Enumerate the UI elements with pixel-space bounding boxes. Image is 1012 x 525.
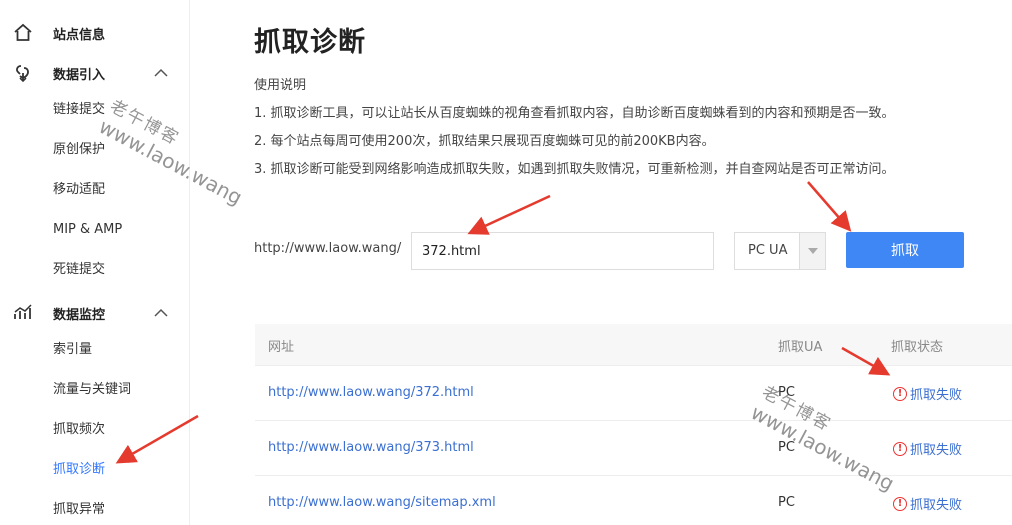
chart-monitor-icon — [14, 304, 32, 319]
usage-notes: 使用说明 1. 抓取诊断工具，可以让站长从百度蜘蛛的视角查看抓取内容，自助诊断百… — [254, 76, 895, 188]
sidebar-group-data-import[interactable]: 数据引入 — [0, 53, 190, 93]
url-prefix: http://www.laow.wang/ — [254, 241, 402, 256]
link-import-icon — [16, 65, 29, 83]
home-icon — [14, 23, 32, 41]
sidebar-item-label: 站点信息 — [53, 27, 106, 43]
row-status-link[interactable]: ! 抓取失败 — [893, 494, 962, 513]
sidebar-item-crawl-errors[interactable]: 抓取异常 — [53, 500, 105, 520]
warning-icon: ! — [893, 386, 907, 401]
app-root: 站点信息 数据引入 链接提交 原创保护 移动适配 MIP & AMP 死链提交 — [0, 0, 1012, 525]
sidebar-item-link-submit[interactable]: 链接提交 — [53, 100, 105, 120]
column-header-ua: 抓取UA — [778, 340, 823, 355]
sidebar-item-dead-link[interactable]: 死链提交 — [53, 260, 105, 280]
column-header-url: 网址 — [268, 340, 295, 355]
sidebar-item-site-info[interactable]: 站点信息 — [0, 13, 190, 53]
row-url-link[interactable]: http://www.laow.wang/sitemap.xml — [268, 495, 496, 510]
table-header: 网址 抓取UA 抓取状态 — [255, 324, 1012, 366]
sidebar-item-original-protect[interactable]: 原创保护 — [53, 140, 105, 160]
sidebar-item-index-volume[interactable]: 索引量 — [53, 340, 92, 360]
sidebar-group-label: 数据监控 — [53, 307, 106, 323]
url-path-input[interactable] — [411, 232, 714, 270]
fetch-button[interactable]: 抓取 — [846, 232, 964, 268]
page-title: 抓取诊断 — [254, 27, 366, 58]
sidebar-item-traffic-keywords[interactable]: 流量与关键词 — [53, 380, 131, 400]
row-url-link[interactable]: http://www.laow.wang/372.html — [268, 385, 474, 400]
ua-select-value: PC UA — [748, 243, 788, 258]
results-table: 网址 抓取UA 抓取状态 http://www.laow.wang/372.ht… — [255, 324, 1012, 525]
column-header-status: 抓取状态 — [891, 340, 944, 355]
chevron-up-icon[interactable] — [152, 64, 170, 82]
row-url-link[interactable]: http://www.laow.wang/373.html — [268, 440, 474, 455]
sidebar-group-label: 数据引入 — [53, 67, 106, 83]
ua-select[interactable]: PC UA — [734, 232, 826, 270]
sidebar: 站点信息 数据引入 链接提交 原创保护 移动适配 MIP & AMP 死链提交 — [0, 0, 190, 525]
arrow-to-path-input — [467, 194, 551, 235]
table-row: http://www.laow.wang/372.html PC ! 抓取失败 — [255, 366, 1012, 421]
row-status-text: 抓取失败 — [910, 443, 963, 458]
sidebar-item-mobile-adapt[interactable]: 移动适配 — [53, 180, 105, 200]
usage-note-3: 3. 抓取诊断可能受到网络影响造成抓取失败，如遇到抓取失败情况，可重新检测，并自… — [254, 162, 895, 177]
ua-dropdown-button[interactable] — [799, 233, 825, 269]
warning-icon: ! — [893, 496, 907, 511]
row-status-text: 抓取失败 — [910, 498, 963, 513]
sidebar-item-crawl-diagnosis[interactable]: 抓取诊断 — [53, 460, 105, 480]
usage-notes-heading: 使用说明 — [254, 78, 307, 93]
sidebar-item-mip-amp[interactable]: MIP & AMP — [53, 220, 122, 240]
row-status-link[interactable]: ! 抓取失败 — [893, 384, 962, 403]
sidebar-item-crawl-frequency[interactable]: 抓取频次 — [53, 420, 105, 440]
sidebar-group-data-monitor[interactable]: 数据监控 — [0, 293, 190, 333]
row-ua: PC — [778, 495, 795, 510]
caret-down-icon — [808, 248, 818, 254]
usage-note-1: 1. 抓取诊断工具，可以让站长从百度蜘蛛的视角查看抓取内容，自助诊断百度蜘蛛看到… — [254, 106, 895, 121]
table-row: http://www.laow.wang/sitemap.xml PC ! 抓取… — [255, 476, 1012, 525]
row-status-text: 抓取失败 — [910, 388, 963, 403]
usage-note-2: 2. 每个站点每周可使用200次，抓取结果只展现百度蜘蛛可见的前200KB内容。 — [254, 134, 715, 149]
chevron-up-icon[interactable] — [152, 304, 170, 322]
arrow-to-fetch-button — [807, 181, 852, 232]
